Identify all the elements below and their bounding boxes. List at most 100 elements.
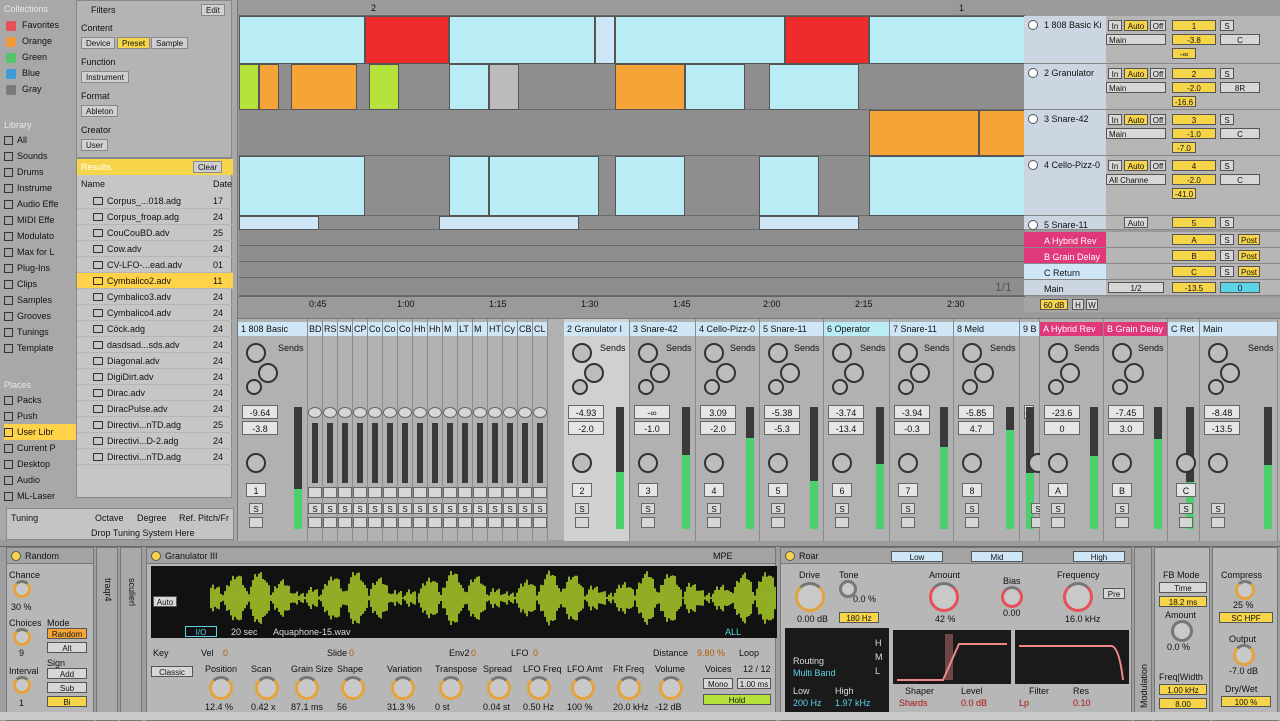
arr-track-lane[interactable] <box>239 216 1025 230</box>
solo-button[interactable]: S <box>965 503 979 514</box>
amount-knob[interactable] <box>929 582 959 612</box>
roar-power[interactable] <box>785 551 795 561</box>
return-number-button[interactable]: C <box>1172 266 1216 277</box>
library-item-12[interactable]: Tunings <box>4 324 76 340</box>
chip-preset[interactable]: Preset <box>117 37 151 49</box>
alt-button[interactable]: Alt <box>47 642 87 653</box>
drum-pad-name[interactable]: CB <box>518 322 532 336</box>
library-item-13[interactable]: Template <box>4 340 76 356</box>
send-a-knob[interactable] <box>1208 343 1228 363</box>
place-item-4[interactable]: Desktop <box>4 456 76 472</box>
drum-pad-name[interactable]: Hh <box>413 322 427 336</box>
result-row[interactable]: DiracPulse.adv 24 <box>77 401 233 417</box>
pad-button[interactable] <box>503 407 517 418</box>
send-a-knob[interactable] <box>962 343 982 363</box>
compress-knob[interactable] <box>1235 580 1255 600</box>
volume-value[interactable]: 4.7 <box>958 421 994 435</box>
send-b-knob[interactable] <box>1124 363 1144 383</box>
track-fold-button[interactable] <box>1028 114 1038 124</box>
send-a-knob[interactable] <box>246 343 266 363</box>
shaper-select[interactable]: Shards <box>899 698 928 708</box>
mod-vel-value[interactable]: 0 <box>223 648 228 658</box>
drum-pad-name[interactable]: SN <box>338 322 352 336</box>
pad-button[interactable] <box>368 407 382 418</box>
arr-clip[interactable] <box>979 110 1025 156</box>
send-c-knob[interactable] <box>704 379 720 395</box>
drum-pad-name[interactable]: M <box>443 322 457 336</box>
arr-clip[interactable] <box>439 216 579 230</box>
solo-button[interactable]: S <box>1220 68 1234 79</box>
mod-slide-value[interactable]: 0 <box>349 648 354 658</box>
strip-title[interactable]: 7 Snare-11 <box>890 322 953 336</box>
pad-solo[interactable]: S <box>428 503 442 514</box>
track-number-button[interactable]: 3 <box>1172 114 1216 125</box>
pan-knob[interactable] <box>1112 453 1132 473</box>
volume-value[interactable]: 0 <box>1044 421 1080 435</box>
off-button[interactable]: Off <box>1150 114 1166 125</box>
library-item-10[interactable]: Samples <box>4 292 76 308</box>
solo-button[interactable]: S <box>1220 266 1234 277</box>
mode-select[interactable]: Classic <box>151 666 193 677</box>
pad-button[interactable] <box>473 407 487 418</box>
fb-mode-select[interactable]: Time <box>1159 582 1207 593</box>
pad-activator[interactable] <box>458 487 472 498</box>
result-row[interactable]: Cymbalico3.adv 24 <box>77 289 233 305</box>
db-range[interactable]: 60 dB <box>1040 299 1068 310</box>
volume-value[interactable]: -2.0 <box>1172 82 1216 93</box>
return-number-button[interactable]: B <box>1172 250 1216 261</box>
solo-button[interactable]: S <box>1211 503 1225 514</box>
h-button[interactable]: H <box>1072 299 1084 310</box>
send-c-knob[interactable] <box>246 379 262 395</box>
filter-select[interactable]: Lp <box>1019 698 1029 708</box>
place-item-5[interactable]: Audio <box>4 472 76 488</box>
pad-arm[interactable] <box>503 517 517 528</box>
send-b-knob[interactable] <box>910 363 930 383</box>
send-b-knob[interactable] <box>1060 363 1080 383</box>
arr-track-lane[interactable] <box>239 278 1025 296</box>
pan-knob[interactable] <box>1208 453 1228 473</box>
waveform-display[interactable]: Auto I/O 20 sec Aquaphone-15.wav ALL <box>151 566 777 638</box>
granulator-knob[interactable] <box>439 676 463 700</box>
send-c-knob[interactable] <box>832 379 848 395</box>
arrangement-view[interactable]: 2 1 1/1 <box>239 0 1025 300</box>
post-button[interactable]: Post <box>1238 250 1260 261</box>
off-button[interactable]: Off <box>1150 68 1166 79</box>
granulator-power[interactable] <box>151 551 161 561</box>
strip-title[interactable]: 5 Snare-11 <box>760 322 823 336</box>
solo-button[interactable]: S <box>1220 20 1234 31</box>
frequency-knob[interactable] <box>1063 582 1093 612</box>
pad-button[interactable] <box>488 407 502 418</box>
mode-select[interactable]: Random <box>47 628 87 639</box>
strip-title[interactable]: 9 B <box>1020 322 1039 336</box>
track-number-button[interactable]: 5 <box>1172 217 1216 228</box>
collection-3[interactable]: Blue <box>6 66 40 81</box>
arr-clip[interactable] <box>449 16 595 64</box>
pad-arm[interactable] <box>473 517 487 528</box>
arm-button[interactable] <box>1051 517 1065 528</box>
main-header[interactable]: Main <box>1024 280 1106 296</box>
track-number-button[interactable]: 1 <box>1172 20 1216 31</box>
peak-value[interactable]: -8.48 <box>1204 405 1240 419</box>
volume-value[interactable]: -1.0 <box>1172 128 1216 139</box>
pad-solo[interactable]: S <box>308 503 322 514</box>
track-fold-button[interactable] <box>1028 220 1038 230</box>
drum-pad-name[interactable]: CL <box>533 322 547 336</box>
granulator-knob[interactable] <box>659 676 683 700</box>
track-number-button[interactable]: 2 <box>1172 68 1216 79</box>
high-freq[interactable]: 1.97 kHz <box>835 698 871 708</box>
band-l[interactable]: L <box>875 666 880 676</box>
send-c-knob[interactable] <box>572 379 588 395</box>
collection-1[interactable]: Orange <box>6 34 52 49</box>
return-header[interactable]: B Grain Delay <box>1024 248 1106 264</box>
format-label[interactable]: Format <box>81 91 110 101</box>
drum-pad-name[interactable]: Cy <box>503 322 517 336</box>
arr-clip[interactable] <box>239 64 259 110</box>
drum-pad-name[interactable]: Co <box>383 322 397 336</box>
fb-width[interactable]: 8.00 <box>1159 698 1207 709</box>
strip-title[interactable]: 6 Operator <box>824 322 889 336</box>
pad-activator[interactable] <box>368 487 382 498</box>
pad-button[interactable] <box>338 407 352 418</box>
granulator-knob[interactable] <box>527 676 551 700</box>
drum-pad-name[interactable]: RS <box>323 322 337 336</box>
send-b-knob[interactable] <box>258 363 278 383</box>
